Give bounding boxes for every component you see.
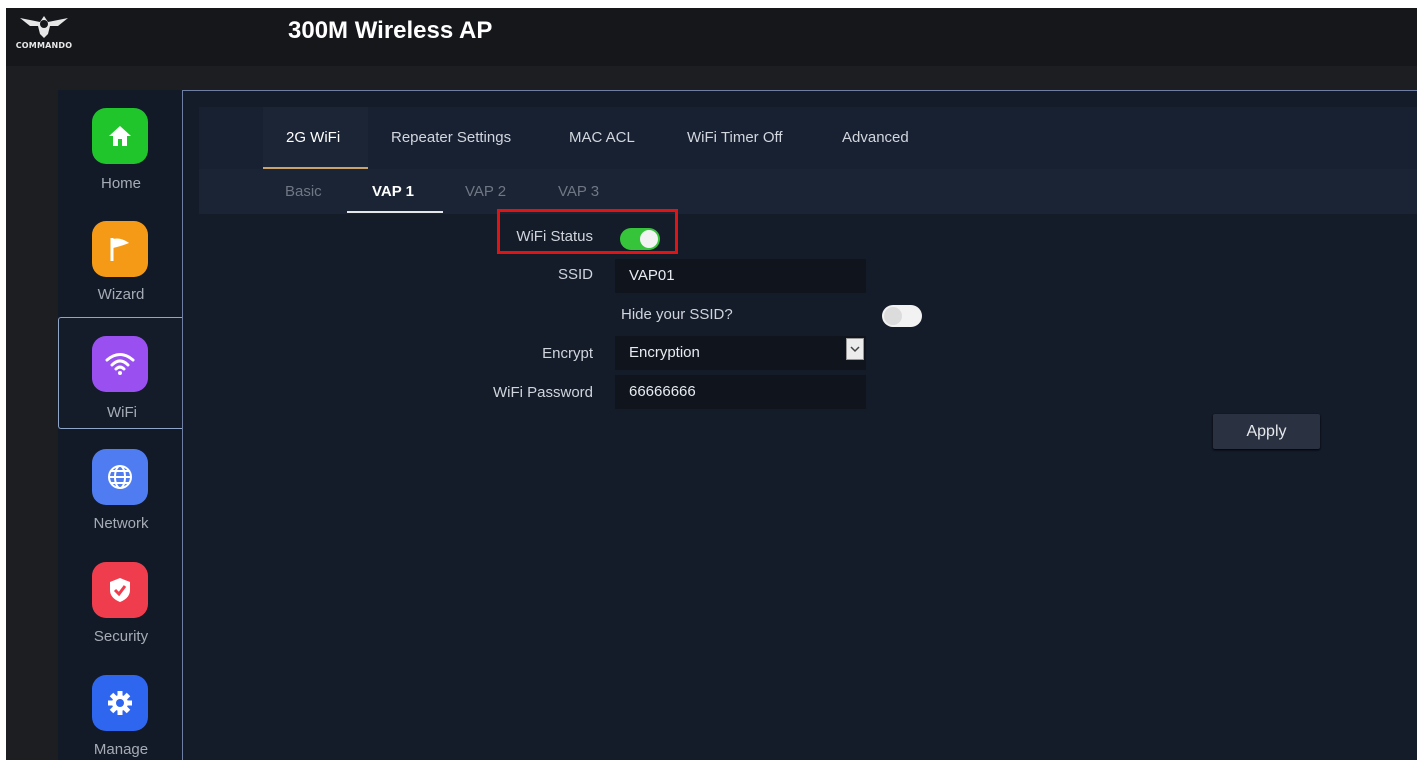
sidebar-item-label: Security	[93, 628, 149, 645]
subtab-basic[interactable]: Basic	[285, 183, 322, 200]
sidebar-item-manage[interactable]: Manage	[58, 656, 184, 760]
app-window: COMMANDO 300M Wireless AP Home Wizard Wi…	[6, 8, 1417, 760]
top-bar: COMMANDO 300M Wireless AP	[6, 8, 1417, 66]
sidebar-item-home[interactable]: Home	[58, 90, 184, 202]
sidebar-item-security[interactable]: Security	[58, 543, 184, 655]
chevron-down-icon[interactable]	[846, 338, 864, 360]
sidebar-item-label: Network	[93, 515, 149, 532]
wifi-password-label: WiFi Password	[492, 384, 593, 401]
shield-icon	[92, 562, 148, 618]
wifi-status-label: WiFi Status	[516, 228, 593, 245]
sidebar-item-label: WiFi	[107, 404, 137, 421]
apply-button[interactable]: Apply	[1213, 414, 1320, 449]
logo: COMMANDO	[14, 12, 74, 56]
subtab-underline	[347, 211, 443, 213]
toggle-knob	[884, 307, 902, 325]
toggle-knob	[640, 230, 658, 248]
logo-emblem-icon	[20, 16, 68, 38]
page-title: 300M Wireless AP	[288, 17, 493, 44]
tab-mac-acl[interactable]: MAC ACL	[569, 129, 635, 146]
flag-icon	[92, 221, 148, 277]
wifi-icon	[92, 336, 148, 392]
hide-ssid-toggle[interactable]	[882, 305, 922, 327]
tab-bar: 2G WiFi Repeater Settings MAC ACL WiFi T…	[199, 107, 1417, 169]
hide-ssid-label: Hide your SSID?	[621, 306, 733, 323]
home-icon	[92, 108, 148, 164]
subtab-vap1[interactable]: VAP 1	[372, 183, 414, 200]
encrypt-label: Encrypt	[542, 345, 593, 362]
tab-2g-wifi[interactable]: 2G WiFi	[286, 129, 340, 146]
tab-wifi-timer-off[interactable]: WiFi Timer Off	[687, 129, 783, 146]
tab-repeater-settings[interactable]: Repeater Settings	[391, 129, 511, 146]
sidebar-item-network[interactable]: Network	[58, 430, 184, 542]
sidebar-item-label: Manage	[93, 741, 149, 758]
tab-advanced[interactable]: Advanced	[842, 129, 909, 146]
subtab-bar: Basic VAP 1 VAP 2 VAP 3	[199, 169, 1417, 214]
globe-icon	[92, 449, 148, 505]
sidebar-item-wizard[interactable]: Wizard	[58, 203, 184, 315]
gear-icon	[92, 675, 148, 731]
sidebar-item-wifi[interactable]: WiFi	[58, 317, 184, 429]
ssid-label: SSID	[557, 266, 593, 283]
sidebar: Home Wizard WiFi Network Security Manage	[58, 90, 184, 760]
sidebar-item-label: Home	[100, 175, 141, 192]
encrypt-select[interactable]: Encryption	[615, 336, 866, 370]
subtab-vap3[interactable]: VAP 3	[558, 183, 599, 200]
logo-text: COMMANDO	[15, 41, 73, 50]
sidebar-item-label: Wizard	[97, 286, 145, 303]
ssid-input[interactable]: VAP01	[615, 259, 866, 293]
content-panel: 2G WiFi Repeater Settings MAC ACL WiFi T…	[182, 90, 1417, 760]
wifi-status-toggle[interactable]	[620, 228, 660, 250]
subtab-vap2[interactable]: VAP 2	[465, 183, 506, 200]
wifi-password-input[interactable]: 66666666	[615, 375, 866, 409]
